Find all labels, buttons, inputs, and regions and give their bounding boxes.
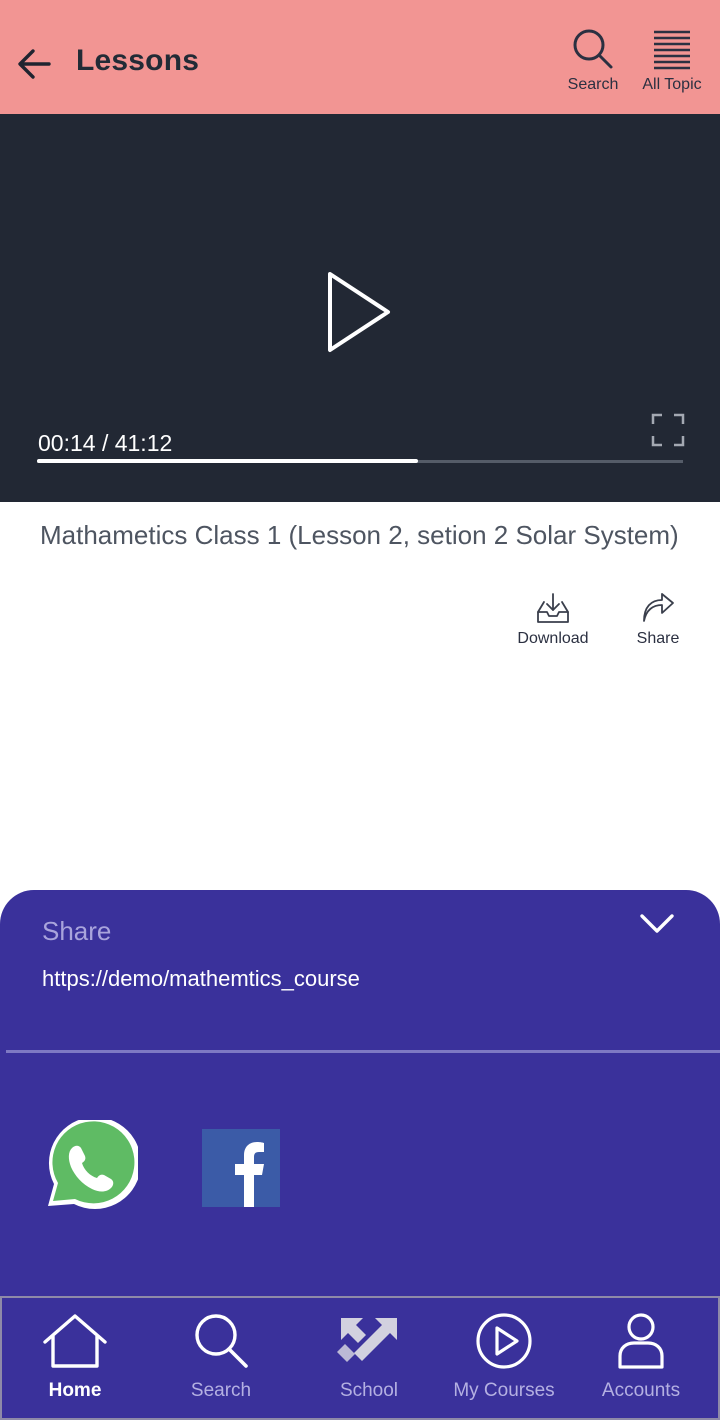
- play-icon: [328, 272, 390, 352]
- share-button[interactable]: Share: [630, 592, 686, 648]
- share-link[interactable]: https://demo/mathemtics_course: [42, 966, 360, 992]
- share-label: Share: [636, 630, 680, 647]
- app-header: Lessons Search All Topic: [0, 0, 720, 114]
- nav-home-label: Home: [48, 1380, 102, 1401]
- lesson-title: Mathametics Class 1 (Lesson 2, setion 2 …: [40, 520, 679, 550]
- fullscreen-button[interactable]: [650, 412, 686, 448]
- page-title: Lessons: [76, 44, 200, 77]
- nav-home[interactable]: Home: [35, 1312, 115, 1402]
- share-heading: Share: [42, 916, 112, 946]
- play-circle-icon: [476, 1313, 532, 1369]
- nav-search[interactable]: Search: [181, 1312, 261, 1402]
- home-icon: [43, 1314, 107, 1368]
- school-arrows-icon: [337, 1318, 397, 1362]
- fullscreen-icon: [651, 413, 685, 447]
- facebook-icon: [202, 1129, 280, 1207]
- list-icon: [654, 30, 690, 70]
- nav-school-label: School: [339, 1380, 399, 1401]
- divider: [6, 1050, 720, 1053]
- download-label: Download: [517, 630, 589, 647]
- download-button[interactable]: Download: [512, 592, 594, 648]
- nav-school[interactable]: School: [328, 1312, 410, 1402]
- play-button[interactable]: [320, 268, 400, 358]
- collapse-sheet-button[interactable]: [636, 908, 678, 938]
- nav-accounts-label: Accounts: [601, 1380, 681, 1401]
- header-search-label: Search: [567, 76, 619, 93]
- nav-my-courses-label: My Courses: [453, 1380, 555, 1401]
- whatsapp-icon: [48, 1117, 141, 1210]
- all-topic-label: All Topic: [642, 76, 702, 93]
- bottom-nav: Home Search School My Courses Accounts: [0, 1296, 720, 1420]
- share-arrow-icon: [643, 593, 674, 622]
- header-search-button[interactable]: Search: [566, 28, 620, 94]
- arrow-left-icon: [18, 49, 51, 79]
- nav-my-courses[interactable]: My Courses: [444, 1312, 564, 1402]
- all-topic-button[interactable]: All Topic: [640, 28, 704, 94]
- progress-bar[interactable]: [37, 459, 683, 463]
- chevron-down-icon: [640, 914, 674, 933]
- whatsapp-share-button[interactable]: [40, 1117, 141, 1216]
- video-player[interactable]: 00:14 / 41:12: [0, 114, 720, 502]
- user-icon: [618, 1313, 664, 1369]
- progress-fill: [37, 459, 419, 463]
- search-icon: [573, 29, 613, 69]
- search-icon: [195, 1314, 248, 1368]
- download-tray-icon: [537, 593, 569, 623]
- nav-accounts[interactable]: Accounts: [591, 1312, 691, 1402]
- back-button[interactable]: [14, 42, 54, 86]
- time-readout: 00:14 / 41:12: [38, 430, 173, 456]
- facebook-share-button[interactable]: [202, 1129, 280, 1207]
- nav-search-label: Search: [190, 1380, 252, 1401]
